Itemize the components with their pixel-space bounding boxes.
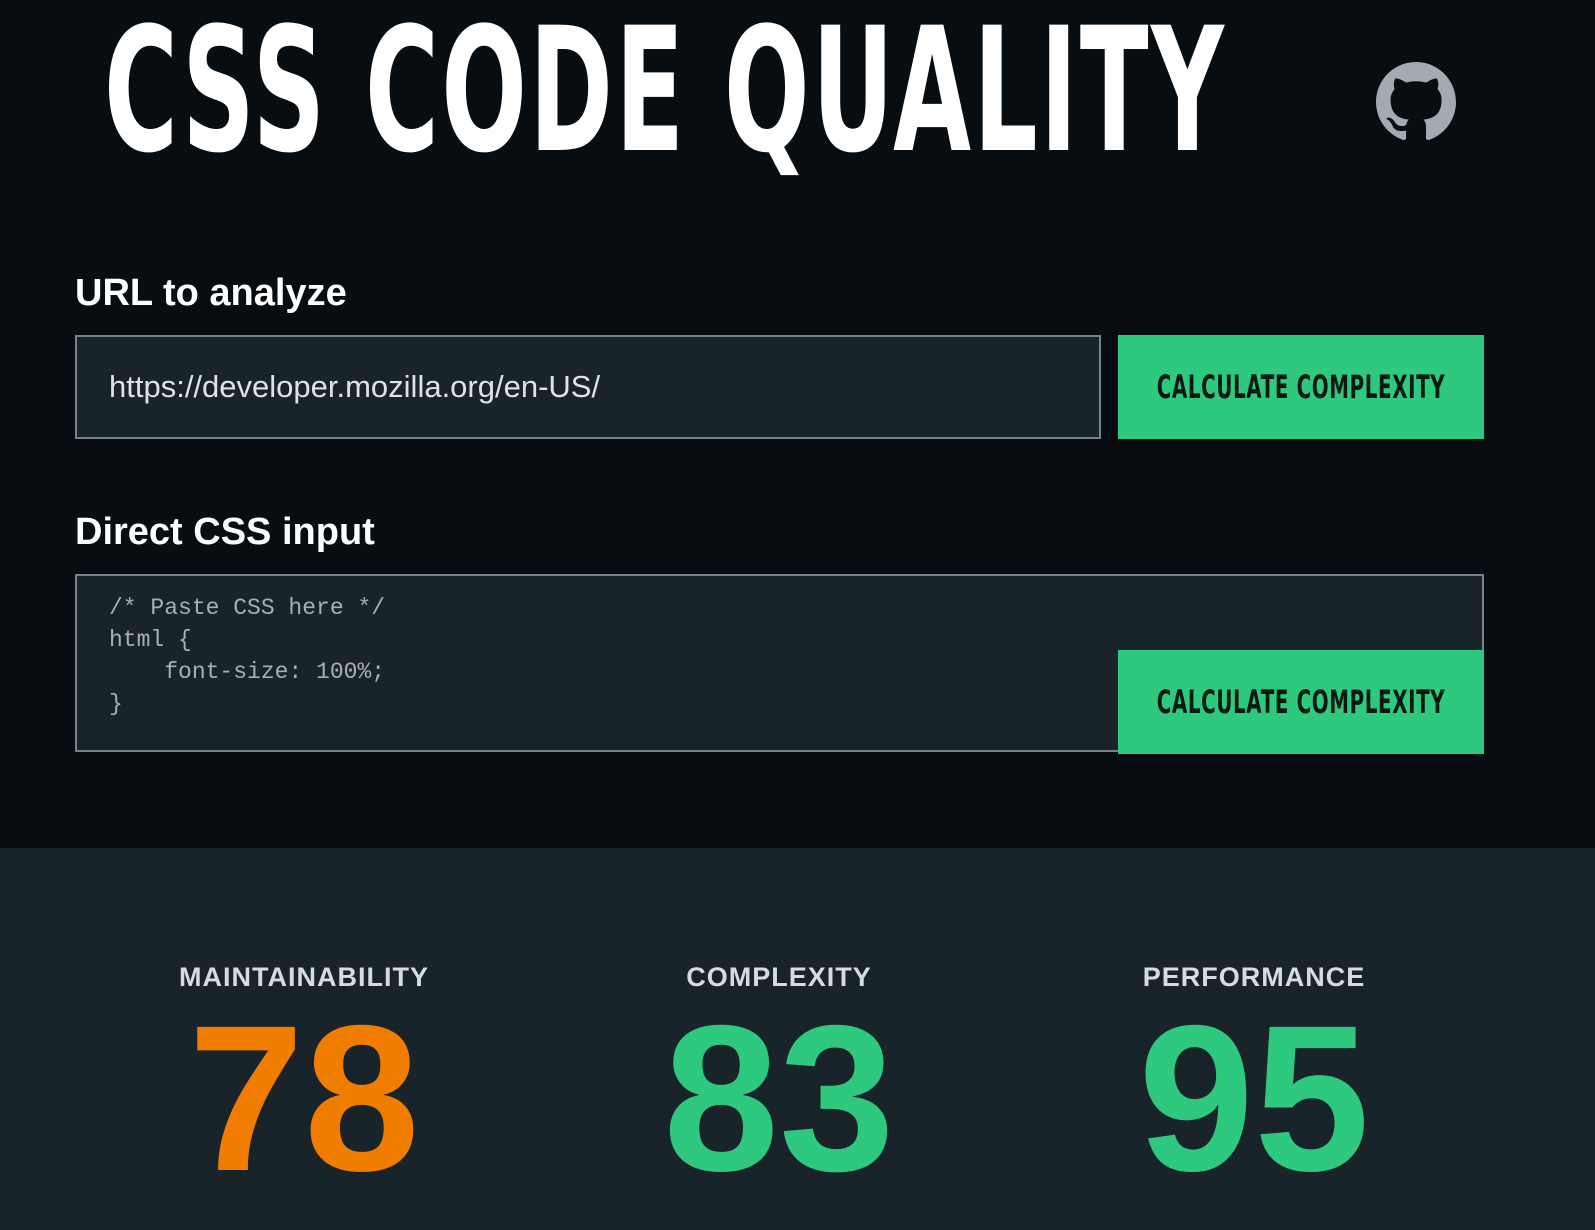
- calculate-complexity-css-button[interactable]: CALCULATE COMPLEXITY: [1118, 650, 1484, 754]
- css-input-label: Direct CSS input: [75, 511, 375, 553]
- url-label: URL to analyze: [75, 272, 347, 314]
- complexity-score: COMPLEXITY 83: [569, 960, 989, 1215]
- url-input[interactable]: [75, 335, 1101, 439]
- maintainability-value: 78: [188, 983, 420, 1215]
- calculate-complexity-url-button-label: CALCULATE COMPLEXITY: [1156, 368, 1446, 406]
- performance-value: 95: [1138, 983, 1370, 1215]
- complexity-value: 83: [663, 983, 895, 1215]
- page-title: CSS CODE QUALITY: [104, 0, 1227, 191]
- calculate-complexity-url-button[interactable]: CALCULATE COMPLEXITY: [1118, 335, 1484, 439]
- maintainability-score: MAINTAINABILITY 78: [94, 960, 514, 1215]
- calculate-complexity-css-button-label: CALCULATE COMPLEXITY: [1156, 683, 1446, 721]
- performance-score: PERFORMANCE 95: [1044, 960, 1464, 1215]
- github-icon[interactable]: [1376, 62, 1456, 142]
